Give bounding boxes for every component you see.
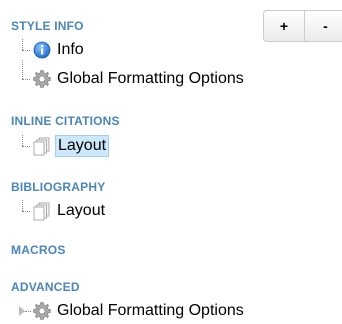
section-heading-style-info: STYLE INFO <box>11 19 84 33</box>
tree-connector <box>16 200 30 222</box>
tree-item-bibliography-layout[interactable]: Layout <box>16 200 107 222</box>
tree-item-inline-layout[interactable]: Layout <box>16 135 110 157</box>
tree-item-info[interactable]: Info <box>16 39 86 61</box>
info-icon <box>32 40 52 60</box>
gear-icon <box>32 69 52 89</box>
layout-pages-icon <box>32 201 52 221</box>
add-node-button[interactable]: + <box>263 10 305 42</box>
layout-pages-icon <box>32 136 52 156</box>
tree-connector <box>16 60 30 90</box>
tree-item-label: Global Formatting Options <box>57 70 244 87</box>
section-heading-macros: MACROS <box>11 243 66 257</box>
tree-item-advanced-global-formatting-options[interactable]: Global Formatting Options <box>16 300 246 322</box>
tree-item-label-selected: Layout <box>55 135 110 157</box>
remove-node-button[interactable]: - <box>305 10 342 42</box>
tree-item-label: Info <box>57 41 84 58</box>
section-heading-advanced: ADVANCED <box>11 280 80 294</box>
gear-icon <box>32 301 52 321</box>
tree-edit-button-group: + - <box>263 10 342 42</box>
tree-connector <box>16 39 30 61</box>
tree-item-label: Layout <box>57 202 106 219</box>
section-heading-inline-citations: INLINE CITATIONS <box>11 114 120 128</box>
expand-arrow-icon[interactable] <box>16 300 31 322</box>
tree-connector <box>16 135 30 157</box>
section-heading-bibliography: BIBLIOGRAPHY <box>11 180 106 194</box>
tree-item-label: Global Formatting Options <box>57 302 244 319</box>
tree-item-global-formatting-options[interactable]: Global Formatting Options <box>16 60 246 90</box>
